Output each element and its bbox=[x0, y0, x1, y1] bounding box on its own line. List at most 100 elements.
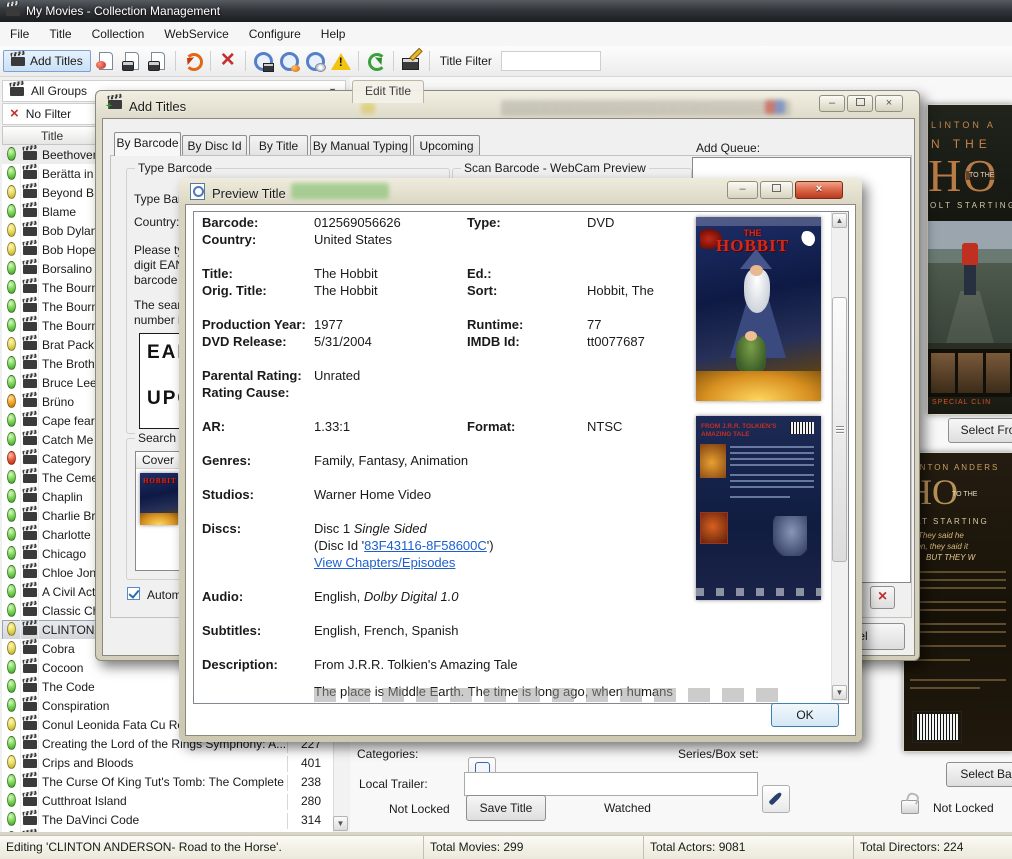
field-label: Discs: bbox=[202, 520, 314, 571]
minimize-button[interactable]: – bbox=[819, 95, 845, 112]
local-trailer-label: Local Trailer: bbox=[359, 777, 428, 791]
hobbit-back-cover[interactable]: FROM J.R.R. TOLKIEN'S AMAZING TALE bbox=[696, 416, 821, 600]
minimize-button[interactable]: – bbox=[727, 181, 758, 199]
toolbar-separator bbox=[210, 51, 211, 71]
preview-dialog-body: Barcode:012569056626Type:DVDCountry:Unit… bbox=[185, 204, 856, 736]
tab-by-disc-id[interactable]: By Disc Id bbox=[182, 135, 247, 156]
scroll-up-icon[interactable]: ▲ bbox=[832, 213, 847, 228]
search-result-cover-thumb[interactable]: HOBBIT bbox=[140, 473, 178, 525]
select-front-button[interactable]: Select Fro bbox=[948, 418, 1012, 443]
country-label: Country: bbox=[134, 215, 179, 229]
movie-icon bbox=[23, 531, 37, 540]
refresh-green-icon[interactable] bbox=[364, 49, 388, 73]
movie-icon bbox=[23, 664, 37, 673]
web-clapper-icon[interactable] bbox=[251, 49, 275, 73]
series-box-icon[interactable] bbox=[762, 785, 790, 813]
movie-icon bbox=[23, 208, 37, 217]
movie-icon bbox=[23, 569, 37, 578]
tab-by-barcode[interactable]: By Barcode bbox=[114, 132, 181, 156]
status-green-icon bbox=[7, 793, 16, 807]
page-save-alt-icon[interactable] bbox=[146, 49, 170, 73]
toolbar-separator bbox=[358, 51, 359, 71]
movie-icon bbox=[23, 303, 37, 312]
tab-by-title[interactable]: By Title bbox=[249, 135, 308, 156]
movie-icon bbox=[23, 721, 37, 730]
movie-title: The DaVinci Code bbox=[42, 813, 285, 827]
warning-icon[interactable] bbox=[329, 49, 353, 73]
disc-id-link[interactable]: 83F43116-8F58600C bbox=[364, 538, 487, 553]
edit-title-icon[interactable] bbox=[399, 49, 423, 73]
title-filter-input[interactable] bbox=[501, 51, 601, 71]
delete-icon[interactable] bbox=[216, 49, 240, 73]
web-ball-icon[interactable] bbox=[277, 49, 301, 73]
add-titles-icon bbox=[11, 57, 25, 66]
movie-icon bbox=[23, 455, 37, 464]
status-yellow-icon bbox=[7, 622, 16, 636]
status-yellow-icon bbox=[7, 185, 16, 199]
menu-title[interactable]: Title bbox=[39, 22, 81, 46]
menu-file[interactable]: File bbox=[0, 22, 39, 46]
watched-label: Watched bbox=[604, 801, 651, 815]
title-list-row[interactable]: The DaVinci Code314 bbox=[2, 810, 333, 830]
movie-icon bbox=[23, 607, 37, 616]
menu-collection[interactable]: Collection bbox=[82, 22, 155, 46]
movie-icon bbox=[23, 265, 37, 274]
movie-number: 280 bbox=[287, 794, 327, 810]
menu-configure[interactable]: Configure bbox=[239, 22, 311, 46]
movie-icon bbox=[23, 379, 37, 388]
front-cover-image[interactable]: LINTON A N THE HO TO THE OLT STARTING SP… bbox=[927, 104, 1012, 415]
tab-edit-title[interactable]: Edit Title bbox=[352, 80, 424, 103]
status-green-icon bbox=[7, 375, 16, 389]
title-list-row[interactable]: Cutthroat Island280 bbox=[2, 791, 333, 811]
select-back-button[interactable]: Select Ba bbox=[946, 762, 1012, 787]
details-scrollbar[interactable]: ▲ ▼ bbox=[831, 212, 848, 701]
hobbit-front-cover[interactable]: THE HOBBIT bbox=[696, 217, 821, 401]
field-label: Ed.: bbox=[467, 265, 587, 282]
save-title-button[interactable]: Save Title bbox=[466, 795, 546, 821]
movie-icon bbox=[23, 227, 37, 236]
page-export-icon[interactable] bbox=[94, 49, 118, 73]
tab-by-manual-typing[interactable]: By Manual Typing bbox=[310, 135, 411, 156]
refresh-orange-icon[interactable] bbox=[181, 49, 205, 73]
title-list-row[interactable]: Crips and Bloods401 bbox=[2, 753, 333, 773]
field-label: Runtime: bbox=[467, 316, 587, 333]
maximize-button[interactable] bbox=[760, 181, 793, 199]
page-save-icon[interactable] bbox=[120, 49, 144, 73]
local-trailer-input[interactable] bbox=[464, 772, 758, 796]
tab-upcoming[interactable]: Upcoming bbox=[413, 135, 480, 156]
field-label: Rating Cause: bbox=[202, 384, 314, 401]
preview-title-dialog[interactable]: Preview Title – × Barcode:012569056626Ty… bbox=[179, 178, 862, 742]
status-green-icon bbox=[7, 736, 16, 750]
field-label: Production Year: bbox=[202, 316, 314, 333]
maximize-button[interactable] bbox=[847, 95, 873, 112]
web-disc-icon[interactable] bbox=[303, 49, 327, 73]
movie-icon bbox=[23, 797, 37, 806]
field-label: Country: bbox=[202, 231, 314, 248]
remove-queue-item-button[interactable]: × bbox=[870, 586, 895, 609]
app-icon bbox=[6, 7, 20, 16]
lock-icon[interactable] bbox=[901, 800, 919, 814]
title-column-header[interactable]: Title bbox=[41, 129, 63, 143]
field-value: 5/31/2004 bbox=[314, 333, 467, 350]
close-button[interactable]: × bbox=[875, 95, 903, 112]
scrollbar-thumb[interactable] bbox=[832, 297, 847, 562]
window-titlebar[interactable]: My Movies - Collection Management bbox=[0, 0, 1012, 22]
status-green-icon bbox=[7, 584, 16, 598]
title-list-row[interactable]: The Curse Of King Tut's Tomb: The Comple… bbox=[2, 772, 333, 792]
automatic-checkbox[interactable] bbox=[127, 587, 140, 600]
close-button[interactable]: × bbox=[795, 181, 843, 199]
menu-webservice[interactable]: WebService bbox=[154, 22, 238, 46]
type-barcode-label: Type Bar bbox=[134, 192, 182, 206]
movie-number: 401 bbox=[287, 756, 327, 772]
ok-button[interactable]: OK bbox=[771, 703, 839, 727]
toolbar-separator bbox=[245, 51, 246, 71]
status-green-icon bbox=[7, 812, 16, 826]
menu-help[interactable]: Help bbox=[311, 22, 356, 46]
preview-field-row: Subtitles:English, French, Spanish bbox=[202, 622, 824, 639]
glass-reflection bbox=[765, 100, 785, 114]
add-titles-button[interactable]: Add Titles bbox=[3, 50, 91, 72]
view-chapters-link[interactable]: View Chapters/Episodes bbox=[314, 555, 455, 570]
field-label: Studios: bbox=[202, 486, 314, 503]
scroll-down-icon[interactable]: ▼ bbox=[333, 816, 348, 831]
scroll-down-icon[interactable]: ▼ bbox=[832, 685, 847, 700]
